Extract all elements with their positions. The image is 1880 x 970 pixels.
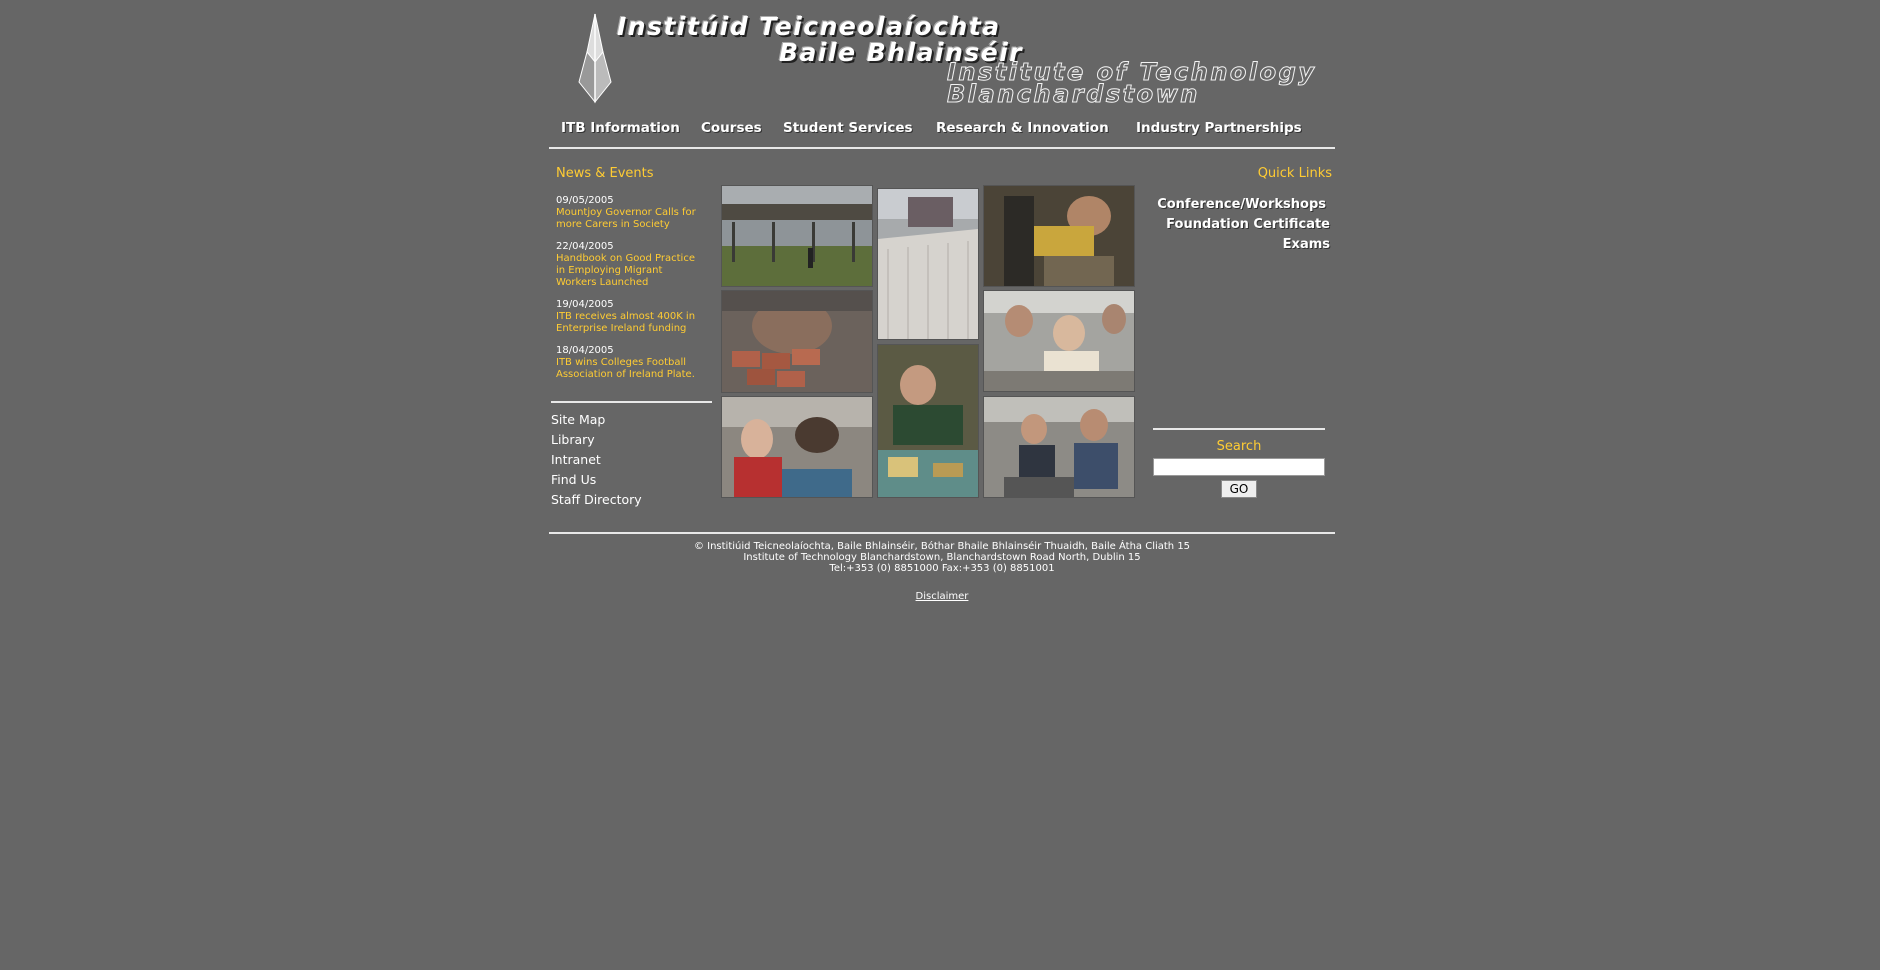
footer-disclaimer: Disclaimer xyxy=(549,591,1335,602)
footer-address: © Institiúid Teicneolaíochta, Baile Bhla… xyxy=(549,541,1335,574)
quick-link-foundation-certificate[interactable]: Foundation Certificate xyxy=(1166,217,1330,232)
quick-links-heading: Quick Links xyxy=(1257,166,1332,181)
photo-students-studying xyxy=(721,396,873,498)
news-date: 09/05/2005 xyxy=(556,195,614,206)
library-link[interactable]: Library xyxy=(551,432,595,447)
quick-link-conference-workshops[interactable]: Conference/Workshops xyxy=(1157,197,1326,212)
news-divider xyxy=(551,401,712,403)
news-date: 18/04/2005 xyxy=(556,345,614,356)
disclaimer-link[interactable]: Disclaimer xyxy=(916,591,969,602)
news-link[interactable]: ITB receives almost 400K in Enterprise I… xyxy=(556,311,706,335)
photo-campus-building xyxy=(877,188,979,340)
title-english-line2: Blanchardstown xyxy=(947,80,1200,109)
news-link[interactable]: ITB wins Colleges Football Association o… xyxy=(556,357,706,381)
news-item: 09/05/2005 Mountjoy Governor Calls for m… xyxy=(556,195,706,231)
quick-link-exams[interactable]: Exams xyxy=(1283,237,1330,252)
site-map-link[interactable]: Site Map xyxy=(551,412,605,427)
photo-electronics-lab xyxy=(877,344,979,498)
search-heading: Search xyxy=(1216,439,1262,454)
news-item: 18/04/2005 ITB wins Colleges Football As… xyxy=(556,345,706,381)
news-item: 22/04/2005 Handbook on Good Practice in … xyxy=(556,241,706,289)
main-nav: ITB Information Courses Student Services… xyxy=(549,116,1335,148)
news-link[interactable]: Handbook on Good Practice in Employing M… xyxy=(556,253,706,289)
photo-campus-walkway xyxy=(721,185,873,287)
nav-industry-partnerships[interactable]: Industry Partnerships xyxy=(1136,120,1302,136)
itb-crest-icon xyxy=(578,13,612,104)
nav-divider xyxy=(549,147,1335,149)
news-date: 19/04/2005 xyxy=(556,299,614,310)
news-heading: News & Events xyxy=(556,166,654,181)
news-item: 19/04/2005 ITB receives almost 400K in E… xyxy=(556,299,706,335)
intranet-link[interactable]: Intranet xyxy=(551,452,601,467)
page-container: Institúid Teicneolaíochta Baile Bhlainsé… xyxy=(549,0,1335,970)
title-irish-line1: Institúid Teicneolaíochta xyxy=(617,12,1001,41)
photo-bricklaying xyxy=(721,290,873,393)
staff-directory-link[interactable]: Staff Directory xyxy=(551,492,642,507)
footer-line-english: Institute of Technology Blanchardstown, … xyxy=(743,552,1141,563)
footer-divider xyxy=(549,532,1335,534)
nav-courses[interactable]: Courses xyxy=(701,120,762,136)
search-go-button[interactable]: GO xyxy=(1221,480,1257,498)
footer-line-irish: © Institiúid Teicneolaíochta, Baile Bhla… xyxy=(693,541,1191,552)
photo-engineering-machine xyxy=(983,185,1135,287)
photo-classroom-group xyxy=(983,290,1135,392)
news-date: 22/04/2005 xyxy=(556,241,614,252)
footer-line-contact: Tel:+353 (0) 8851000 Fax:+353 (0) 885100… xyxy=(829,563,1055,574)
find-us-link[interactable]: Find Us xyxy=(551,472,596,487)
news-link[interactable]: Mountjoy Governor Calls for more Carers … xyxy=(556,207,706,231)
search-input[interactable] xyxy=(1153,458,1325,476)
photo-computer-lab xyxy=(983,396,1135,498)
search-divider xyxy=(1153,428,1325,430)
nav-research-innovation[interactable]: Research & Innovation xyxy=(936,120,1109,136)
nav-student-services[interactable]: Student Services xyxy=(783,120,913,136)
nav-itb-information[interactable]: ITB Information xyxy=(561,120,680,136)
